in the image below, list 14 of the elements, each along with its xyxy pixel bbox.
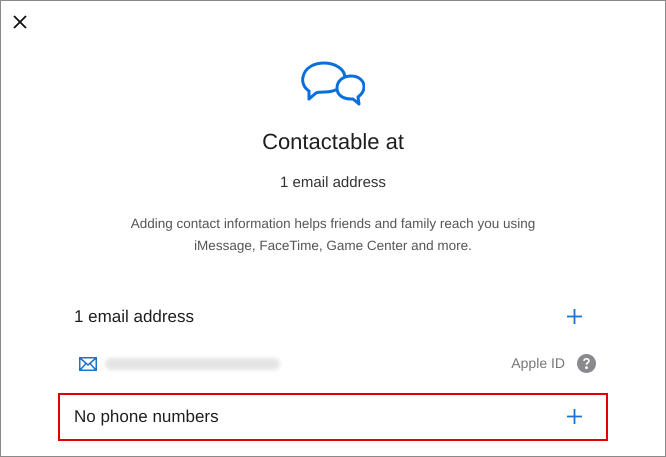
close-button[interactable] (11, 13, 29, 31)
envelope-icon (79, 356, 97, 370)
question-icon (583, 358, 590, 369)
close-icon (13, 15, 27, 29)
dialog-title: Contactable at (262, 128, 404, 156)
subtitle: 1 email address (280, 173, 386, 193)
chat-bubbles-icon (301, 61, 365, 107)
apple-id-label: Apple ID (511, 354, 565, 373)
section-heading: No phone numbers (74, 406, 219, 428)
section-heading: 1 email address (74, 306, 194, 328)
description: Adding contact information helps friends and family reach you using iMessage, FaceTime, Game Center and more. (130, 214, 536, 255)
plus-icon (566, 309, 582, 324)
help-button[interactable] (577, 354, 596, 373)
plus-icon (566, 409, 582, 424)
